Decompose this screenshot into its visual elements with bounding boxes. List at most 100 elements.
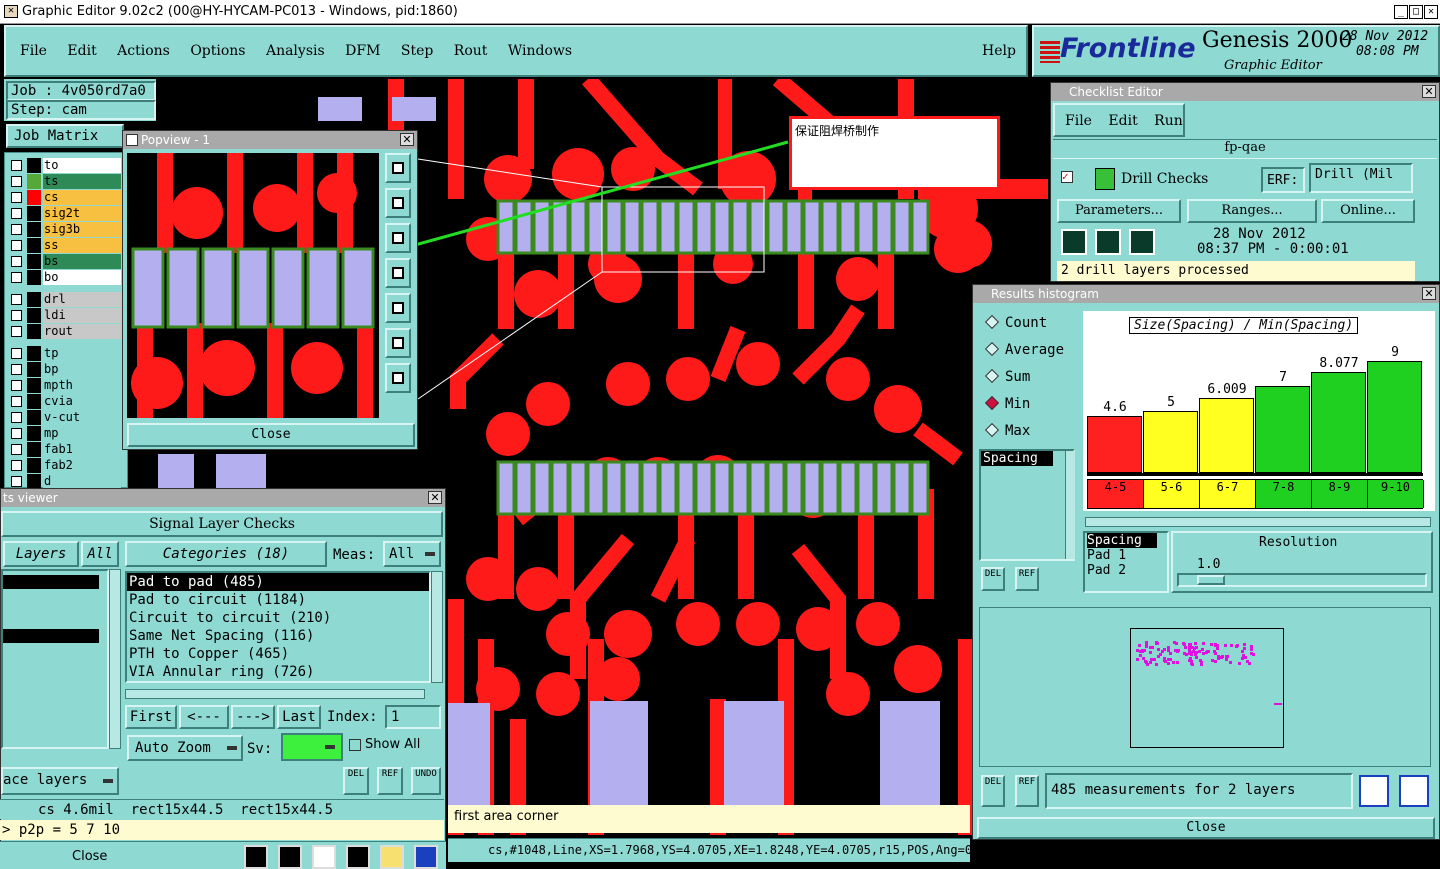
layer-checkbox[interactable]: [11, 192, 22, 203]
layer-icon[interactable]: [244, 845, 268, 869]
layer-name[interactable]: bs: [43, 254, 121, 269]
checklist-menu-file[interactable]: File: [1065, 113, 1092, 129]
popview-canvas[interactable]: [127, 153, 379, 418]
stop-icon[interactable]: [1129, 229, 1155, 255]
pan-right-icon[interactable]: [385, 293, 411, 323]
categories-hscrollbar[interactable]: [125, 689, 425, 699]
layer-checkbox[interactable]: [11, 256, 22, 267]
surface-layers-button[interactable]: ace layers: [1, 767, 119, 795]
layer-row-mp[interactable]: mp: [9, 426, 121, 441]
hist-ref-button[interactable]: REF: [1015, 567, 1039, 591]
radio-icon[interactable]: [984, 395, 1000, 411]
layer-checkbox[interactable]: [11, 224, 22, 235]
index-field[interactable]: 1: [385, 705, 441, 729]
layer-checkbox[interactable]: [11, 326, 22, 337]
histogram-bar[interactable]: [1087, 415, 1142, 473]
layer-name[interactable]: to: [43, 158, 121, 173]
layer-name[interactable]: d: [43, 474, 121, 489]
checklist-menu-edit[interactable]: Edit: [1108, 113, 1137, 129]
category-item[interactable]: Pad to circuit (1184): [127, 591, 429, 609]
layer-checkbox[interactable]: [11, 160, 22, 171]
radio-icon[interactable]: [984, 341, 1000, 357]
layer-name[interactable]: ldi: [43, 308, 121, 323]
zoom-fit-icon[interactable]: [385, 153, 411, 183]
layer-name[interactable]: v-cut: [43, 410, 121, 425]
hist-del-button[interactable]: DEL: [981, 567, 1005, 591]
layer-checkbox[interactable]: [11, 240, 22, 251]
histogram-close-icon[interactable]: ✕: [1422, 287, 1436, 300]
layer-checkbox[interactable]: [11, 348, 22, 359]
layer-name[interactable]: cs: [43, 190, 121, 205]
prev-button[interactable]: <---: [179, 705, 229, 729]
layer-row-cvia[interactable]: cvia: [9, 394, 121, 409]
layer-row-to[interactable]: to: [9, 158, 121, 173]
checklist-menu-run[interactable]: Run: [1154, 113, 1183, 129]
menu-actions[interactable]: Actions: [117, 43, 170, 59]
layer-row-bp[interactable]: bp: [9, 362, 121, 377]
layer-row-cs[interactable]: cs: [9, 190, 121, 205]
layer-name[interactable]: fab2: [43, 458, 121, 473]
layer-row-mpth[interactable]: mpth: [9, 378, 121, 393]
checklist-close-icon[interactable]: ✕: [1422, 85, 1436, 98]
layer-checkbox[interactable]: [11, 460, 22, 471]
category-item[interactable]: Same Net Spacing (116): [127, 627, 429, 645]
layer-name[interactable]: sig3b: [43, 222, 121, 237]
layer-name[interactable]: fab1: [43, 442, 121, 457]
resolution-item[interactable]: Pad 1: [1087, 548, 1167, 563]
menu-rout[interactable]: Rout: [454, 43, 488, 59]
mode-max[interactable]: Max: [983, 422, 1030, 443]
zoom-in-icon[interactable]: [385, 328, 411, 358]
job-matrix-button[interactable]: Job Matrix: [6, 124, 124, 148]
drill-check-label[interactable]: Drill Checks: [1121, 171, 1208, 187]
layer-row-drl[interactable]: drl: [9, 292, 121, 307]
histogram-bar[interactable]: [1367, 360, 1422, 473]
rv-ref-button[interactable]: REF: [377, 767, 403, 795]
hist-ref-button-2[interactable]: REF: [1015, 775, 1039, 807]
popview-close-button[interactable]: Close: [127, 423, 415, 447]
ranges-button[interactable]: Ranges...: [1187, 199, 1317, 223]
layer-checkbox[interactable]: [11, 310, 22, 321]
layer-row-bs[interactable]: bs: [9, 254, 121, 269]
layer-name[interactable]: bp: [43, 362, 121, 377]
resolution-slider[interactable]: [1177, 573, 1427, 587]
check-enabled-checkbox[interactable]: ✓: [1061, 171, 1073, 183]
radio-icon[interactable]: [984, 314, 1000, 330]
layer-checkbox[interactable]: [11, 444, 22, 455]
layers-tab[interactable]: Layers: [3, 541, 79, 567]
mode-average[interactable]: Average: [983, 341, 1064, 362]
hist-del-button-2[interactable]: DEL: [981, 775, 1005, 807]
menu-edit[interactable]: Edit: [67, 43, 96, 59]
menu-windows[interactable]: Windows: [508, 43, 572, 59]
ref-off-icon[interactable]: [312, 845, 336, 869]
export-icon[interactable]: [1359, 775, 1389, 807]
show-all-checkbox[interactable]: [349, 739, 361, 751]
radio-icon[interactable]: [984, 422, 1000, 438]
layer-row-ts[interactable]: ts: [9, 174, 121, 189]
run-all-icon[interactable]: [1095, 229, 1121, 255]
menu-analysis[interactable]: Analysis: [266, 43, 325, 59]
next-button[interactable]: --->: [231, 705, 275, 729]
layer-checkbox[interactable]: [11, 272, 22, 283]
chart-icon[interactable]: [414, 845, 438, 869]
layer-row-ss[interactable]: ss: [9, 238, 121, 253]
notes-icon[interactable]: [380, 845, 404, 869]
layer-checkbox[interactable]: [11, 176, 22, 187]
maximize-button[interactable]: □: [1409, 5, 1423, 19]
layer-row-tp[interactable]: tp: [9, 346, 121, 361]
categories-tab[interactable]: Categories (18): [125, 541, 327, 567]
auto-zoom-dropdown[interactable]: Auto Zoom: [127, 735, 243, 761]
rv-undo-button[interactable]: UNDO: [411, 767, 441, 795]
layer-name[interactable]: drl: [43, 292, 121, 307]
layer-row-fab2[interactable]: fab2: [9, 458, 121, 473]
menu-step[interactable]: Step: [401, 43, 433, 59]
layer-name[interactable]: ss: [43, 238, 121, 253]
layer-row-rout[interactable]: rout: [9, 324, 121, 339]
layer-checkbox[interactable]: [11, 476, 22, 487]
meas-dropdown[interactable]: All: [383, 541, 441, 567]
resolution-item[interactable]: Pad 2: [1087, 563, 1167, 578]
pan-down-icon[interactable]: [385, 223, 411, 253]
close-window-button[interactable]: ✕: [1424, 5, 1438, 19]
minimize-button[interactable]: _: [1394, 5, 1408, 19]
pan-left-icon[interactable]: [385, 258, 411, 288]
resolution-slider-thumb[interactable]: [1197, 575, 1225, 585]
